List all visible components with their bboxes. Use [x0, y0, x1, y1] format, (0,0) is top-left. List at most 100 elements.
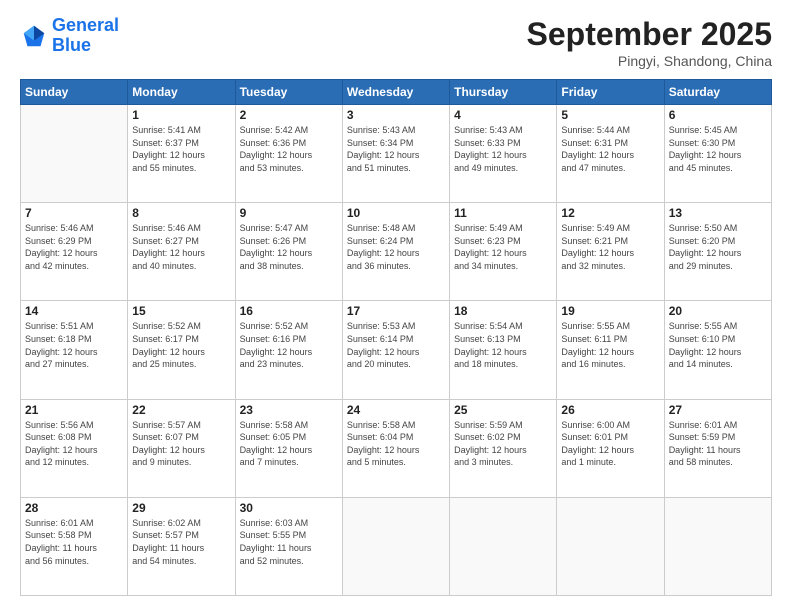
day-number: 6 — [669, 108, 767, 122]
calendar-cell: 12 Sunrise: 5:49 AMSunset: 6:21 PMDayligh… — [557, 203, 664, 301]
day-number: 18 — [454, 304, 552, 318]
day-number: 11 — [454, 206, 552, 220]
calendar-cell: 6 Sunrise: 5:45 AMSunset: 6:30 PMDaylight… — [664, 105, 771, 203]
calendar-week-row: 1 Sunrise: 5:41 AMSunset: 6:37 PMDaylight… — [21, 105, 772, 203]
calendar-header-cell: Sunday — [21, 80, 128, 105]
day-number: 25 — [454, 403, 552, 417]
day-number: 21 — [25, 403, 123, 417]
calendar-cell: 23 Sunrise: 5:58 AMSunset: 6:05 PMDayligh… — [235, 399, 342, 497]
calendar-cell: 11 Sunrise: 5:49 AMSunset: 6:23 PMDayligh… — [450, 203, 557, 301]
calendar-cell: 2 Sunrise: 5:42 AMSunset: 6:36 PMDaylight… — [235, 105, 342, 203]
day-info: Sunrise: 6:01 AMSunset: 5:59 PMDaylight:… — [669, 419, 767, 469]
day-number: 14 — [25, 304, 123, 318]
calendar-cell: 7Sunrise: 5:46 AMSunset: 6:29 PMDaylight… — [21, 203, 128, 301]
day-info: Sunrise: 6:01 AMSunset: 5:58 PMDaylight:… — [25, 517, 123, 567]
day-info: Sunrise: 5:41 AMSunset: 6:37 PMDaylight:… — [132, 124, 230, 174]
day-info: Sunrise: 5:42 AMSunset: 6:36 PMDaylight:… — [240, 124, 338, 174]
calendar-header-row: SundayMondayTuesdayWednesdayThursdayFrid… — [21, 80, 772, 105]
calendar-cell: 17 Sunrise: 5:53 AMSunset: 6:14 PMDayligh… — [342, 301, 449, 399]
calendar-cell: 20Sunrise: 5:55 AMSunset: 6:10 PMDayligh… — [664, 301, 771, 399]
day-info: Sunrise: 5:59 AMSunset: 6:02 PMDaylight:… — [454, 419, 552, 469]
day-number: 19 — [561, 304, 659, 318]
day-number: 10 — [347, 206, 445, 220]
calendar-cell: 28 Sunrise: 6:01 AMSunset: 5:58 PMDayligh… — [21, 497, 128, 595]
day-info: Sunrise: 5:49 AMSunset: 6:21 PMDaylight:… — [561, 222, 659, 272]
calendar-table: SundayMondayTuesdayWednesdayThursdayFrid… — [20, 79, 772, 596]
calendar-cell: 22 Sunrise: 5:57 AMSunset: 6:07 PMDayligh… — [128, 399, 235, 497]
calendar-cell: 19 Sunrise: 5:55 AMSunset: 6:11 PMDayligh… — [557, 301, 664, 399]
calendar-cell: 4Sunrise: 5:43 AMSunset: 6:33 PMDaylight… — [450, 105, 557, 203]
calendar-header-cell: Tuesday — [235, 80, 342, 105]
day-info: Sunrise: 6:00 AMSunset: 6:01 PMDaylight:… — [561, 419, 659, 469]
day-number: 20 — [669, 304, 767, 318]
calendar-cell — [664, 497, 771, 595]
day-number: 5 — [561, 108, 659, 122]
calendar-cell: 8 Sunrise: 5:46 AMSunset: 6:27 PMDaylight… — [128, 203, 235, 301]
calendar-cell: 9 Sunrise: 5:47 AMSunset: 6:26 PMDaylight… — [235, 203, 342, 301]
day-info: Sunrise: 5:57 AMSunset: 6:07 PMDaylight:… — [132, 419, 230, 469]
calendar-cell — [450, 497, 557, 595]
logo-line1: General — [52, 15, 119, 35]
logo-line2: Blue — [52, 35, 91, 55]
logo-icon — [20, 22, 48, 50]
day-number: 4 — [454, 108, 552, 122]
day-info: Sunrise: 5:55 AMSunset: 6:11 PMDaylight:… — [561, 320, 659, 370]
day-info: Sunrise: 6:03 AMSunset: 5:55 PMDaylight:… — [240, 517, 338, 567]
day-info: Sunrise: 5:43 AMSunset: 6:34 PMDaylight:… — [347, 124, 445, 174]
calendar-cell: 21Sunrise: 5:56 AMSunset: 6:08 PMDayligh… — [21, 399, 128, 497]
day-number: 3 — [347, 108, 445, 122]
calendar-header-cell: Friday — [557, 80, 664, 105]
day-number: 29 — [132, 501, 230, 515]
logo-text: General Blue — [52, 16, 119, 56]
calendar-cell: 30Sunrise: 6:03 AMSunset: 5:55 PMDayligh… — [235, 497, 342, 595]
calendar-header-cell: Monday — [128, 80, 235, 105]
day-info: Sunrise: 5:45 AMSunset: 6:30 PMDaylight:… — [669, 124, 767, 174]
calendar-week-row: 14 Sunrise: 5:51 AMSunset: 6:18 PMDayligh… — [21, 301, 772, 399]
day-number: 1 — [132, 108, 230, 122]
title-block: September 2025 Pingyi, Shandong, China — [527, 16, 772, 69]
calendar-cell: 24Sunrise: 5:58 AMSunset: 6:04 PMDayligh… — [342, 399, 449, 497]
calendar-body: 1 Sunrise: 5:41 AMSunset: 6:37 PMDaylight… — [21, 105, 772, 596]
day-info: Sunrise: 5:47 AMSunset: 6:26 PMDaylight:… — [240, 222, 338, 272]
day-info: Sunrise: 5:46 AMSunset: 6:29 PMDaylight:… — [25, 222, 123, 272]
calendar-cell: 3 Sunrise: 5:43 AMSunset: 6:34 PMDaylight… — [342, 105, 449, 203]
day-info: Sunrise: 5:52 AMSunset: 6:17 PMDaylight:… — [132, 320, 230, 370]
day-number: 22 — [132, 403, 230, 417]
day-number: 28 — [25, 501, 123, 515]
day-number: 12 — [561, 206, 659, 220]
calendar-header-cell: Wednesday — [342, 80, 449, 105]
day-info: Sunrise: 5:48 AMSunset: 6:24 PMDaylight:… — [347, 222, 445, 272]
logo: General Blue — [20, 16, 119, 56]
day-info: Sunrise: 5:50 AMSunset: 6:20 PMDaylight:… — [669, 222, 767, 272]
day-number: 17 — [347, 304, 445, 318]
day-number: 27 — [669, 403, 767, 417]
day-info: Sunrise: 5:46 AMSunset: 6:27 PMDaylight:… — [132, 222, 230, 272]
calendar-cell: 16 Sunrise: 5:52 AMSunset: 6:16 PMDayligh… — [235, 301, 342, 399]
day-number: 8 — [132, 206, 230, 220]
calendar-header-cell: Saturday — [664, 80, 771, 105]
header: General Blue September 2025 Pingyi, Shan… — [20, 16, 772, 69]
calendar-header-cell: Thursday — [450, 80, 557, 105]
calendar-cell: 25 Sunrise: 5:59 AMSunset: 6:02 PMDayligh… — [450, 399, 557, 497]
page: General Blue September 2025 Pingyi, Shan… — [0, 0, 792, 612]
day-info: Sunrise: 5:51 AMSunset: 6:18 PMDaylight:… — [25, 320, 123, 370]
day-number: 23 — [240, 403, 338, 417]
day-info: Sunrise: 5:54 AMSunset: 6:13 PMDaylight:… — [454, 320, 552, 370]
calendar-cell — [342, 497, 449, 595]
day-number: 9 — [240, 206, 338, 220]
day-number: 15 — [132, 304, 230, 318]
day-number: 2 — [240, 108, 338, 122]
subtitle: Pingyi, Shandong, China — [527, 53, 772, 69]
day-number: 24 — [347, 403, 445, 417]
day-number: 13 — [669, 206, 767, 220]
calendar-week-row: 21Sunrise: 5:56 AMSunset: 6:08 PMDayligh… — [21, 399, 772, 497]
calendar-cell: 14 Sunrise: 5:51 AMSunset: 6:18 PMDayligh… — [21, 301, 128, 399]
day-info: Sunrise: 5:53 AMSunset: 6:14 PMDaylight:… — [347, 320, 445, 370]
day-info: Sunrise: 5:49 AMSunset: 6:23 PMDaylight:… — [454, 222, 552, 272]
day-number: 16 — [240, 304, 338, 318]
day-info: Sunrise: 5:52 AMSunset: 6:16 PMDaylight:… — [240, 320, 338, 370]
day-info: Sunrise: 5:58 AMSunset: 6:05 PMDaylight:… — [240, 419, 338, 469]
calendar-cell: 26Sunrise: 6:00 AMSunset: 6:01 PMDayligh… — [557, 399, 664, 497]
calendar-cell: 15 Sunrise: 5:52 AMSunset: 6:17 PMDayligh… — [128, 301, 235, 399]
calendar-cell: 18 Sunrise: 5:54 AMSunset: 6:13 PMDayligh… — [450, 301, 557, 399]
